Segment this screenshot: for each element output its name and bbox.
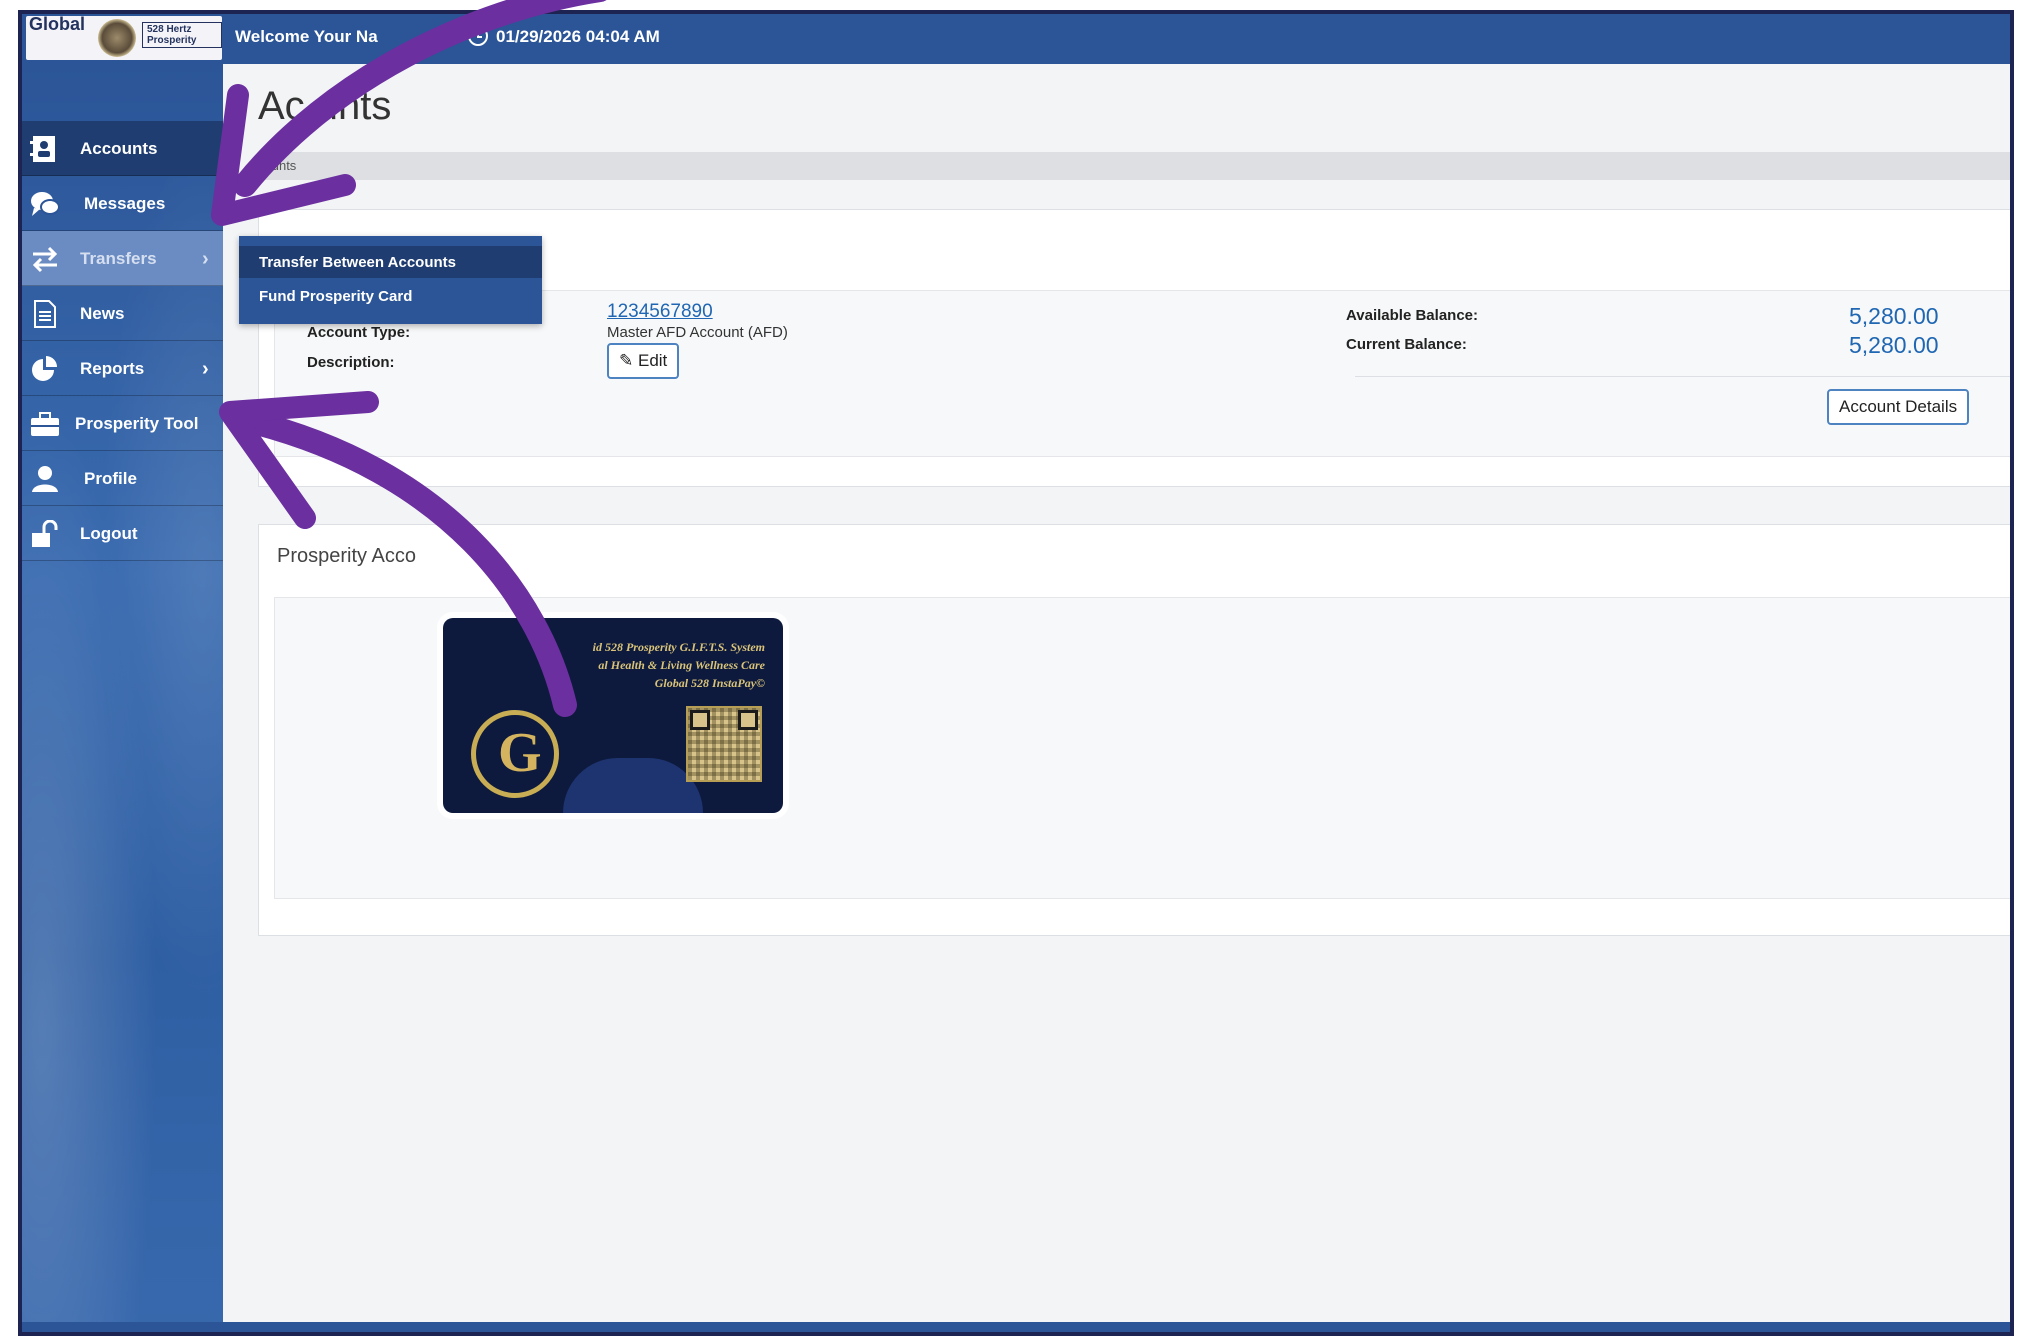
account-number-link[interactable]: 1234567890 bbox=[607, 301, 713, 323]
welcome-text: Welcome Your Na bbox=[235, 27, 378, 46]
sidebar-item-accounts[interactable]: Accounts bbox=[22, 121, 223, 176]
sidebar-item-label: Messages bbox=[84, 194, 166, 213]
edit-button-label: Edit bbox=[637, 351, 668, 370]
sidebar-item-prosperity-tool[interactable]: Prosperity Tool bbox=[22, 396, 223, 451]
prosperity-section-title: Prosperity Acco bbox=[277, 545, 416, 567]
prosperity-card-image[interactable]: id 528 Prosperity G.I.F.T.S. System al H… bbox=[443, 618, 783, 813]
sidebar: Accounts Messages Transfers › News Repor… bbox=[22, 64, 223, 1332]
description-label: Description: bbox=[307, 354, 395, 371]
brand-logo[interactable]: Global 528 Hertz Prosperity bbox=[26, 16, 222, 60]
prosperity-card-container: id 528 Prosperity G.I.F.T.S. System al H… bbox=[274, 597, 2010, 899]
balance-divider bbox=[1355, 376, 2010, 377]
seal-icon bbox=[98, 19, 136, 57]
sidebar-item-transfers[interactable]: Transfers › bbox=[22, 231, 223, 286]
card-text-line: Global 528 InstaPay© bbox=[654, 676, 765, 690]
sidebar-item-reports[interactable]: Reports › bbox=[22, 341, 223, 396]
pie-chart-icon bbox=[32, 356, 57, 381]
account-type-label: Account Type: bbox=[307, 324, 411, 341]
sidebar-item-label: Profile bbox=[84, 469, 137, 488]
transfers-flyout-menu: Transfer Between Accounts Fund Prosperit… bbox=[239, 236, 542, 324]
emblem-icon bbox=[471, 710, 559, 798]
sidebar-item-messages[interactable]: Messages bbox=[22, 176, 223, 231]
sidebar-item-label: Prosperity Tool bbox=[75, 414, 199, 433]
card-text-line: al Health & Living Wellness Care bbox=[598, 658, 765, 672]
page-title: Ac unts bbox=[258, 84, 392, 128]
account-details-button[interactable]: Account Details bbox=[1827, 389, 1970, 425]
people-silhouette-icon bbox=[563, 758, 703, 813]
sidebar-item-news[interactable]: News bbox=[22, 286, 223, 341]
current-balance-value: 5,280.00 bbox=[1849, 332, 1939, 358]
sidebar-item-label: News bbox=[80, 304, 125, 323]
clock-icon bbox=[468, 26, 488, 46]
menu-item-label: Transfer Between Accounts bbox=[259, 254, 456, 271]
breadcrumb[interactable]: counts bbox=[258, 158, 296, 173]
chevron-right-icon: › bbox=[202, 358, 209, 380]
sidebar-item-label: Logout bbox=[80, 524, 138, 543]
transfer-arrows-icon bbox=[32, 246, 58, 273]
pencil-icon: ✎ bbox=[619, 351, 634, 370]
card-text-line: id 528 Prosperity G.I.F.T.S. System bbox=[592, 640, 765, 654]
current-balance-label: Current Balance: bbox=[1346, 336, 1467, 353]
breadcrumb-bar bbox=[258, 152, 2010, 180]
available-balance-label: Available Balance: bbox=[1346, 307, 1479, 324]
edit-description-button[interactable]: ✎ Edit bbox=[607, 343, 680, 379]
top-bar: Global 528 Hertz Prosperity Welcome Your… bbox=[22, 14, 2010, 64]
briefcase-icon bbox=[31, 412, 59, 436]
menu-item-transfer-between-accounts[interactable]: Transfer Between Accounts bbox=[239, 246, 542, 278]
chat-bubbles-icon bbox=[31, 192, 60, 216]
sidebar-item-label: Transfers bbox=[80, 249, 157, 268]
qr-code-icon bbox=[686, 706, 762, 782]
session-datetime: 01/29/2026 04:04 AM bbox=[496, 27, 660, 46]
contact-card-icon bbox=[30, 136, 55, 162]
menu-item-fund-prosperity-card[interactable]: Fund Prosperity Card bbox=[239, 280, 542, 312]
unlock-icon bbox=[32, 520, 58, 547]
sidebar-item-label: Reports bbox=[80, 359, 145, 378]
prosperity-account-card: Prosperity Acco id 528 Prosperity G.I.F.… bbox=[258, 524, 2010, 936]
sidebar-item-profile[interactable]: Profile bbox=[22, 451, 223, 506]
bottom-bar bbox=[22, 1322, 2010, 1332]
sidebar-item-label: Accounts bbox=[80, 139, 158, 158]
account-type-value: Master AFD Account (AFD) bbox=[607, 324, 788, 341]
sidebar-item-logout[interactable]: Logout bbox=[22, 506, 223, 561]
chevron-right-icon: › bbox=[202, 248, 209, 270]
document-icon bbox=[34, 300, 56, 328]
logo-subtext: 528 Hertz Prosperity bbox=[142, 22, 222, 48]
app-frame: Global 528 Hertz Prosperity Welcome Your… bbox=[18, 10, 2014, 1336]
menu-item-label: Fund Prosperity Card bbox=[259, 288, 413, 305]
logo-text: Global bbox=[29, 16, 86, 34]
available-balance-value: 5,280.00 bbox=[1849, 303, 1939, 329]
user-icon bbox=[32, 466, 58, 492]
